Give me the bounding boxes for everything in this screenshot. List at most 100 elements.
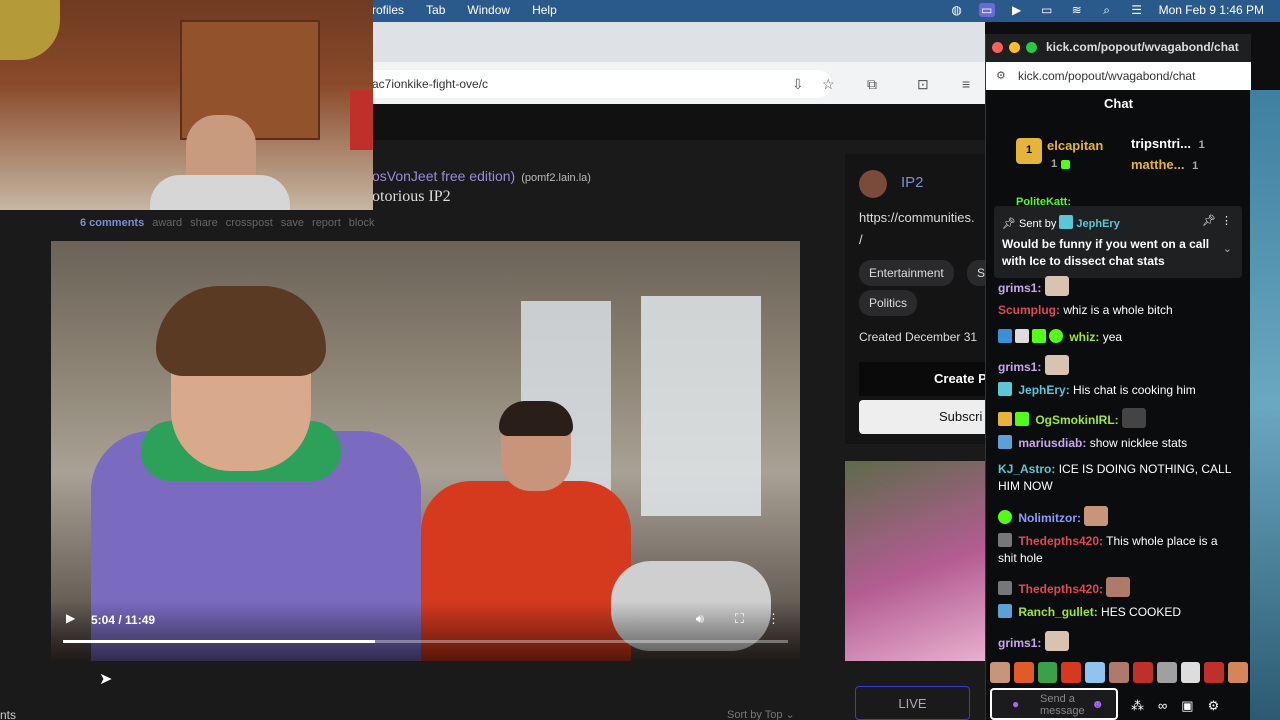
creative-cloud-icon[interactable]: ◍ [949,3,965,17]
live-button[interactable]: LIVE [855,686,970,720]
unpin-icon[interactable]: 📌︎ [1202,214,1216,227]
chat-username[interactable]: Thedepths420: [1018,534,1103,548]
chat-username[interactable]: JephEry: [1018,383,1069,397]
emote-icon[interactable] [990,662,1010,683]
chat-message[interactable]: grims1: [998,631,1238,652]
sort-dropdown[interactable]: Sort by Top ⌄ [727,708,795,720]
screen-record-icon[interactable]: ▭ [978,3,995,17]
site-settings-icon[interactable]: ⚙︎ [996,69,1006,82]
save-link[interactable]: save [281,217,304,229]
search-icon[interactable]: ⌕ [1099,3,1115,17]
infinity-icon[interactable]: ∞ [1158,698,1167,714]
minimize-window-icon[interactable] [1009,42,1020,53]
play-icon[interactable]: ▶ [1009,3,1025,17]
chevron-down-icon[interactable]: ⌄ [1223,242,1232,255]
gift-box-icon[interactable]: ▣ [1181,698,1193,714]
emote-picker-icon[interactable]: ☻ [1091,697,1104,711]
block-link[interactable]: block [349,217,375,229]
chat-username[interactable]: Ranch_gullet: [1018,605,1097,619]
menu-profiles[interactable]: rofiles [372,3,404,17]
chat-username[interactable]: OgSmokinIRL: [1035,413,1118,427]
chat-message[interactable]: Ranch_gullet: HES COOKED [998,604,1238,621]
install-icon[interactable]: ⇩ [792,76,804,93]
share-link[interactable]: share [190,217,218,229]
chat-username[interactable]: grims1: [998,360,1041,374]
leader-2[interactable]: tripsntri... 1 [1131,136,1205,151]
volume-icon[interactable]: 🔊︎ [696,611,704,627]
chat-username[interactable]: mariusdiab: [1018,436,1086,450]
chat-message[interactable]: KJ_Astro: ICE IS DOING NOTHING, CALL HIM… [998,461,1238,495]
emote-icon[interactable] [1156,662,1177,683]
subscribe-button[interactable]: Subscri [859,400,999,434]
pinned-options-icon[interactable]: ⋮ [1221,214,1232,227]
create-post-button[interactable]: Create P [859,362,999,396]
chat-message[interactable]: Thedepths420: This whole place is a shit… [998,533,1238,567]
video-player[interactable]: ▶ 5:04 / 11:49 🔊︎ ⛶ ⋮ [51,241,800,661]
chat-message[interactable]: Nolimitzor: [998,506,1238,527]
chat-username[interactable]: Thedepths420: [1018,582,1103,596]
emote-icon[interactable] [1132,662,1153,683]
emote-icon[interactable] [1109,662,1129,683]
pinned-message[interactable]: 📌︎ Sent by JephEry Would be funny if you… [994,206,1242,278]
extensions-icon[interactable]: ⧉ [867,76,877,93]
chat-username[interactable]: grims1: [998,281,1041,295]
chat-message[interactable]: JephEry: His chat is cooking him [998,382,1238,399]
tag-entertainment[interactable]: Entertainment [859,260,954,286]
menu-window[interactable]: Window [467,3,510,17]
chat-message[interactable]: Thedepths420: [998,577,1238,598]
comments-link[interactable]: 6 comments [80,217,144,229]
chat-message[interactable]: grims1: [998,276,1238,297]
fullscreen-icon[interactable]: ⛶ [735,611,744,627]
chat-url-bar[interactable]: ⚙︎ kick.com/popout/wvagabond/chat [986,62,1251,90]
chat-username[interactable]: whiz: [1069,330,1099,344]
sidebar-thumbnail[interactable] [845,461,985,661]
community-avatar[interactable] [859,170,887,198]
chat-message[interactable]: grims1: [998,355,1238,376]
chat-username[interactable]: grims1: [998,636,1041,650]
report-link[interactable]: report [312,217,341,229]
settings-gear-icon[interactable]: ⚙︎ [1208,698,1220,714]
emote-icon[interactable] [1204,662,1225,683]
chat-username[interactable]: Scumplug: [998,303,1060,317]
menu-help[interactable]: Help [532,3,557,17]
menu-icon[interactable]: ≡ [962,76,970,92]
tab-search-icon[interactable]: ⊡ [917,76,929,93]
chat-message[interactable]: mariusdiab: show nicklee stats [998,435,1238,452]
battery-icon[interactable]: ▭ [1039,3,1055,17]
video-progress-track[interactable] [63,640,788,643]
chat-username[interactable]: Nolimitzor: [1018,511,1081,525]
chat-message[interactable]: OgSmokinIRL: [998,408,1238,429]
emote-icon[interactable] [1061,662,1082,683]
community-icon[interactable]: ⁂ [1131,698,1144,714]
community-name[interactable]: IP2 [901,174,924,191]
chat-message[interactable]: whiz: yea [998,329,1238,346]
microphone-icon[interactable]: ● [1012,697,1019,711]
community-url[interactable]: https://communities. [859,210,975,225]
crosspost-link[interactable]: crosspost [226,217,273,229]
emote-icon[interactable] [1037,662,1058,683]
zoom-window-icon[interactable] [1026,42,1037,53]
chat-username[interactable]: KJ_Astro: [998,462,1055,476]
leader-1[interactable]: elcapitan [1047,138,1103,153]
control-center-icon[interactable]: ☰ [1129,3,1145,17]
address-bar[interactable]: ac7ionkike-fight-ove/c [372,70,832,98]
wifi-icon[interactable]: ≋ [1069,3,1085,17]
bookmark-star-icon[interactable]: ☆ [822,76,835,93]
close-window-icon[interactable] [992,42,1003,53]
more-options-icon[interactable]: ⋮ [767,611,780,627]
emote-icon[interactable] [1013,662,1034,683]
chat-message[interactable]: Scumplug: whiz is a whole bitch [998,302,1238,319]
clock[interactable]: Mon Feb 9 1:46 PM [1159,3,1264,17]
post-title[interactable]: osVonJeet free edition) (pomf2.lain.la) [372,168,591,184]
post-domain[interactable]: (pomf2.lain.la) [521,172,591,184]
pinned-sender[interactable]: JephEry [1076,218,1119,230]
award-link[interactable]: award [152,217,182,229]
leader-3[interactable]: matthe... 1 [1131,157,1198,172]
tag-politics[interactable]: Politics [859,290,918,316]
emote-icon[interactable] [1085,662,1106,683]
play-icon[interactable]: ▶ [66,611,75,625]
menu-tab[interactable]: Tab [426,3,445,17]
chat-input[interactable]: ● Send a message ☻ [990,688,1118,720]
emote-icon[interactable] [1180,662,1201,683]
emote-icon[interactable] [1228,662,1248,683]
